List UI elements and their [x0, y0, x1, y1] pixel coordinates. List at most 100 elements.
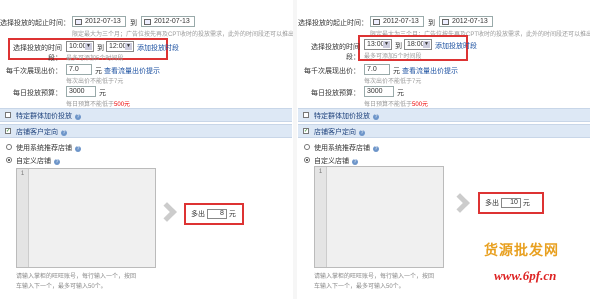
help-icon[interactable]: ? — [61, 130, 67, 136]
daily-budget-hint: 每日预算不能低于500元 — [364, 102, 429, 108]
shop-targeting-bar[interactable]: ✓ 店铺客户定向? — [0, 124, 292, 138]
time-start-select[interactable]: 13:00 ▼ — [364, 39, 392, 50]
click-price-label: 每千次展现出价： — [6, 68, 62, 75]
end-date-value: 2012-07-13 — [452, 18, 488, 25]
chevron-down-icon: ▼ — [383, 41, 390, 48]
shop-targeting-bar[interactable]: ✓ 店铺客户定向? — [298, 124, 590, 138]
start-date-input[interactable]: 2012-07-13 — [370, 16, 424, 27]
view-traffic-link[interactable]: 查看流量出价提示 — [402, 66, 458, 76]
radio-custom-shops-label: 自定义店铺? — [314, 158, 358, 165]
help-icon[interactable]: ? — [54, 159, 60, 165]
to-label: 到 — [428, 20, 435, 27]
editor-hint-line1: 请输入掌柜的旺旺账号，每行输入一个，按回 — [314, 274, 435, 280]
help-icon[interactable]: ? — [373, 146, 379, 152]
calendar-icon[interactable] — [373, 19, 380, 25]
help-icon[interactable]: ? — [75, 114, 81, 120]
special-group-label: 特定群体加价投放? — [16, 113, 81, 120]
watermark-title: 货源批发网 — [484, 243, 559, 259]
click-price-input[interactable]: 7.0 — [66, 64, 92, 75]
start-date-value: 2012-07-13 — [383, 18, 419, 25]
time-label: 选择投放的时间段： — [311, 44, 360, 61]
view-traffic-link[interactable]: 查看流量出价提示 — [104, 66, 160, 76]
time-start-value: 13:00 — [367, 41, 385, 48]
editor-hint-line2: 车输入下一个，最多可输入50个。 — [16, 284, 107, 290]
line-number-gutter: 1 — [17, 169, 29, 267]
calendar-icon[interactable] — [75, 19, 82, 25]
to-label: 到 — [130, 20, 137, 27]
radio-system-shops[interactable] — [304, 144, 310, 150]
daily-budget-label: 每日投放预算： — [311, 90, 360, 97]
special-group-checkbox[interactable] — [303, 112, 309, 118]
unit-label: 元 — [397, 90, 404, 97]
chevron-right-icon — [157, 202, 177, 222]
shop-list-editor[interactable]: 1 — [314, 166, 444, 268]
click-price-input[interactable]: 7.0 — [364, 64, 390, 75]
end-date-input[interactable]: 2012-07-13 — [141, 16, 195, 27]
time-end-select[interactable]: 12:00 ▼ — [106, 41, 134, 52]
unit-label: 元 — [99, 90, 106, 97]
time-hint: 最多可添加5个时间段 — [66, 56, 124, 62]
shop-targeting-checkbox[interactable]: ✓ — [5, 128, 11, 134]
add-time-link[interactable]: 添加投放时段 — [137, 43, 179, 53]
daily-budget-value: 3000 — [69, 88, 85, 95]
time-start-select[interactable]: 10:00 ▼ — [66, 41, 94, 52]
bid-suffix: 元 — [228, 211, 236, 218]
time-hint: 最多可添加5个时间段 — [364, 54, 422, 60]
extra-bid-input[interactable]: 8 — [206, 209, 227, 220]
bid-prefix: 多出 — [485, 200, 499, 207]
start-end-label: 选择投放的起止时间： — [0, 20, 70, 27]
click-price-value: 7.0 — [69, 66, 79, 73]
daily-budget-input[interactable]: 3000 — [66, 86, 96, 97]
left-panel: 选择投放的起止时间： 2012-07-13 到 2012-07-13 限定最大为… — [0, 0, 295, 299]
special-group-checkbox[interactable] — [5, 112, 11, 118]
radio-custom-shops[interactable] — [304, 157, 310, 163]
chevron-down-icon: ▼ — [423, 41, 430, 48]
extra-bid: 多出 10 元 — [485, 198, 530, 209]
radio-system-shops-label: 使用系统推荐店铺? — [314, 145, 379, 152]
date-hint: 限定最大为三个月；广告位按先再及CPT收时的投放需求，此外的时间段还可以推出 — [72, 32, 295, 38]
add-time-link[interactable]: 添加投放时段 — [435, 41, 477, 51]
editor-hint-line2: 车输入下一个，最多可输入50个。 — [314, 284, 405, 290]
click-price-label: 每千次展现出价： — [304, 68, 360, 75]
start-end-label: 选择投放的起止时间： — [298, 20, 368, 27]
click-price-hint: 每次出价不能低于7元 — [364, 79, 422, 85]
special-group-label: 特定群体加价投放? — [314, 113, 379, 120]
help-icon[interactable]: ? — [373, 114, 379, 120]
to-label: 到 — [395, 43, 402, 50]
bid-prefix: 多出 — [191, 211, 205, 218]
radio-system-shops[interactable] — [6, 144, 12, 150]
shop-targeting-checkbox[interactable]: ✓ — [303, 128, 309, 134]
daily-budget-hint: 每日预算不能低于500元 — [66, 102, 131, 108]
end-date-value: 2012-07-13 — [154, 18, 190, 25]
calendar-icon[interactable] — [442, 19, 449, 25]
watermark-url: www.6pf.cn — [494, 268, 557, 283]
bid-suffix: 元 — [522, 200, 530, 207]
radio-custom-shops[interactable] — [6, 157, 12, 163]
time-start-value: 10:00 — [69, 43, 87, 50]
start-date-value: 2012-07-13 — [85, 18, 121, 25]
chevron-down-icon: ▼ — [85, 43, 92, 50]
special-group-bar[interactable]: 特定群体加价投放? — [0, 108, 292, 122]
help-icon[interactable]: ? — [75, 146, 81, 152]
extra-bid-input[interactable]: 10 — [500, 198, 521, 209]
time-end-select[interactable]: 18:00 ▼ — [404, 39, 432, 50]
click-price-hint: 每次出价不能低于7元 — [66, 79, 124, 85]
help-icon[interactable]: ? — [352, 159, 358, 165]
time-end-value: 12:00 — [109, 43, 127, 50]
unit-label: 元 — [393, 68, 400, 75]
start-date-input[interactable]: 2012-07-13 — [72, 16, 126, 27]
editor-hint-line1: 请输入掌柜的旺旺账号，每行输入一个，按回 — [16, 274, 137, 280]
panel-divider — [293, 0, 297, 299]
help-icon[interactable]: ? — [359, 130, 365, 136]
unit-label: 元 — [95, 68, 102, 75]
calendar-icon[interactable] — [144, 19, 151, 25]
to-label: 到 — [97, 45, 104, 52]
time-label: 选择投放的时间段： — [13, 45, 62, 62]
daily-budget-input[interactable]: 3000 — [364, 86, 394, 97]
end-date-input[interactable]: 2012-07-13 — [439, 16, 493, 27]
shop-list-editor[interactable]: 1 — [16, 168, 156, 268]
chevron-down-icon: ▼ — [125, 43, 132, 50]
special-group-bar[interactable]: 特定群体加价投放? — [298, 108, 590, 122]
radio-custom-shops-label: 自定义店铺? — [16, 158, 60, 165]
time-end-value: 18:00 — [407, 41, 425, 48]
